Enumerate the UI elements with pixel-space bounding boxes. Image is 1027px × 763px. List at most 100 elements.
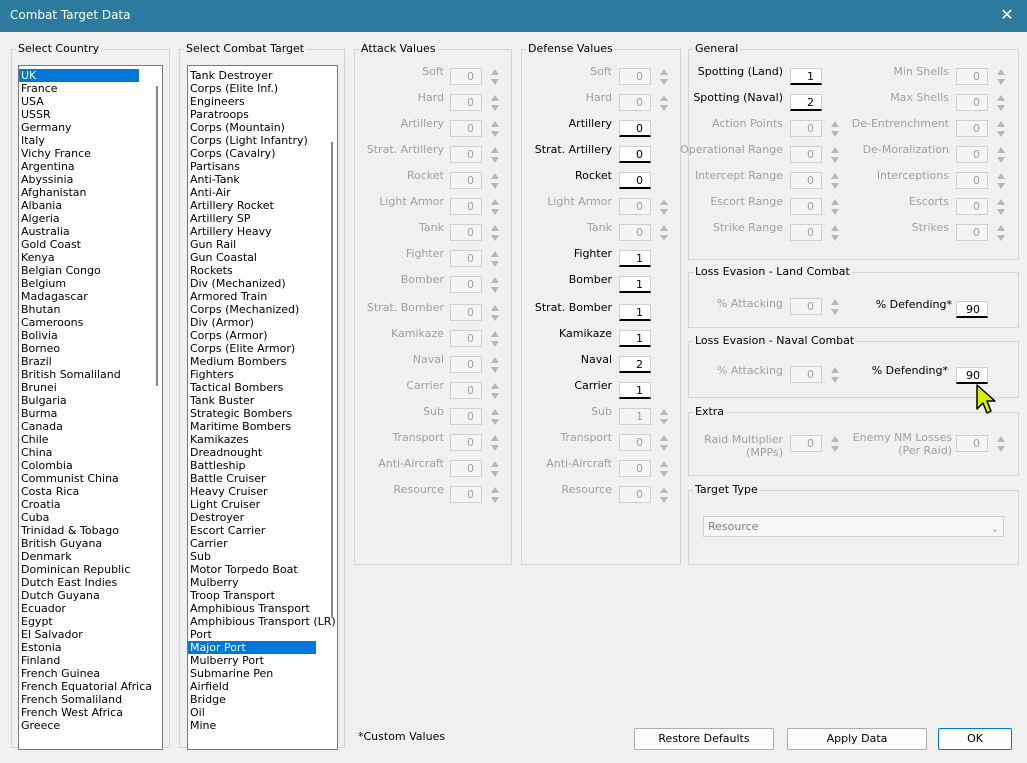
list-item[interactable]: Medium Bombers <box>188 355 337 368</box>
value-field[interactable]: 1 <box>619 382 651 399</box>
list-item[interactable]: USSR <box>19 108 162 121</box>
list-item[interactable]: Battleship <box>188 459 337 472</box>
list-item[interactable]: Artillery Heavy <box>188 225 337 238</box>
list-item[interactable]: French West Africa <box>19 706 162 719</box>
list-item[interactable]: Argentina <box>19 160 162 173</box>
list-item[interactable]: Mulberry Port <box>188 654 337 667</box>
list-item[interactable]: Destroyer <box>188 511 337 524</box>
value-field[interactable]: 1 <box>619 330 651 347</box>
list-item[interactable]: Canada <box>19 420 162 433</box>
list-item[interactable]: Corps (Armor) <box>188 329 337 342</box>
list-item[interactable]: Maritime Bombers <box>188 420 337 433</box>
list-item[interactable]: French Equatorial Africa <box>19 680 162 693</box>
list-item[interactable]: French Somaliland <box>19 693 162 706</box>
list-item[interactable]: Engineers <box>188 95 337 108</box>
list-item[interactable]: Escort Carrier <box>188 524 337 537</box>
list-item[interactable]: Afghanistan <box>19 186 162 199</box>
list-item[interactable]: Battle Cruiser <box>188 472 337 485</box>
list-item[interactable]: Tank Buster <box>188 394 337 407</box>
list-item[interactable]: Kenya <box>19 251 162 264</box>
list-item[interactable]: Egypt <box>19 615 162 628</box>
list-item[interactable]: Strategic Bombers <box>188 407 337 420</box>
list-item[interactable]: Corps (Cavalry) <box>188 147 337 160</box>
list-item[interactable]: Trinidad & Tobago <box>19 524 162 537</box>
value-field[interactable]: 0 <box>619 146 651 163</box>
list-item[interactable]: Kamikazes <box>188 433 337 446</box>
list-item[interactable]: Light Cruiser <box>188 498 337 511</box>
list-item[interactable]: Amphibious Transport <box>188 602 337 615</box>
list-item[interactable]: Gun Rail <box>188 238 337 251</box>
list-item[interactable]: Troop Transport <box>188 589 337 602</box>
list-item[interactable]: Albania <box>19 199 162 212</box>
land-defending-field[interactable]: 90 <box>956 301 988 318</box>
list-item[interactable]: Carrier <box>188 537 337 550</box>
list-item[interactable]: Colombia <box>19 459 162 472</box>
list-item[interactable]: Denmark <box>19 550 162 563</box>
list-item[interactable]: Algeria <box>19 212 162 225</box>
restore-defaults-button[interactable]: Restore Defaults <box>634 728 774 750</box>
list-item[interactable]: Communist China <box>19 472 162 485</box>
list-item[interactable]: Ecuador <box>19 602 162 615</box>
list-item[interactable]: Burma <box>19 407 162 420</box>
list-item[interactable]: Belgium <box>19 277 162 290</box>
list-item[interactable]: Greece <box>19 719 162 732</box>
list-item[interactable]: Tank Destroyer <box>188 69 337 82</box>
list-item[interactable]: Oil <box>188 706 337 719</box>
list-item[interactable]: China <box>19 446 162 459</box>
list-item[interactable]: Corps (Mechanized) <box>188 303 337 316</box>
list-item[interactable]: Cuba <box>19 511 162 524</box>
list-item[interactable]: Anti-Tank <box>188 173 337 186</box>
list-item[interactable]: Airfield <box>188 680 337 693</box>
target-listbox[interactable]: Tank Destroyer Corps (Elite Inf.) Engineer… <box>187 65 338 750</box>
list-item[interactable]: Italy <box>19 134 162 147</box>
list-item[interactable]: Abyssinia <box>19 173 162 186</box>
list-item[interactable]: Artillery SP <box>188 212 337 225</box>
list-item[interactable]: Corps (Elite Inf.) <box>188 82 337 95</box>
list-item[interactable]: Rockets <box>188 264 337 277</box>
list-item[interactable]: Div (Mechanized) <box>188 277 337 290</box>
list-item[interactable]: Madagascar <box>19 290 162 303</box>
list-item[interactable]: Dutch East Indies <box>19 576 162 589</box>
list-item[interactable]: Bhutan <box>19 303 162 316</box>
list-item[interactable]: France <box>19 82 162 95</box>
list-item[interactable]: Artillery Rocket <box>188 199 337 212</box>
country-listbox[interactable]: UK France USA USSR Germany Italy Vichy France A… <box>18 65 163 750</box>
list-item[interactable]: Amphibious Transport (LR) <box>188 615 337 628</box>
value-field[interactable]: 1 <box>790 68 822 85</box>
list-item[interactable]: Dutch Guyana <box>19 589 162 602</box>
list-item[interactable]: Mulberry <box>188 576 337 589</box>
list-item[interactable]: Bolivia <box>19 329 162 342</box>
list-item[interactable]: USA <box>19 95 162 108</box>
list-item[interactable]: Port <box>188 628 337 641</box>
list-item[interactable]: Corps (Mountain) <box>188 121 337 134</box>
list-item[interactable]: Submarine Pen <box>188 667 337 680</box>
list-item[interactable]: Paratroops <box>188 108 337 121</box>
value-field[interactable]: 2 <box>790 94 822 111</box>
list-item[interactable]: Brunei <box>19 381 162 394</box>
list-item[interactable]: Australia <box>19 225 162 238</box>
list-item[interactable]: Costa Rica <box>19 485 162 498</box>
list-item[interactable]: El Salvador <box>19 628 162 641</box>
list-item[interactable]: Bulgaria <box>19 394 162 407</box>
value-field[interactable]: 2 <box>619 356 651 373</box>
list-item[interactable]: Mine <box>188 719 337 732</box>
list-item[interactable]: UK <box>19 69 139 82</box>
list-item[interactable]: Cameroons <box>19 316 162 329</box>
list-item[interactable]: Vichy France <box>19 147 162 160</box>
value-field[interactable]: 0 <box>619 172 651 189</box>
value-field[interactable]: 1 <box>619 304 651 321</box>
list-item[interactable]: Estonia <box>19 641 162 654</box>
close-icon[interactable]: ✕ <box>997 5 1017 25</box>
list-item[interactable]: Major Port <box>188 641 316 654</box>
list-item[interactable]: Brazil <box>19 355 162 368</box>
list-item[interactable]: Dominican Republic <box>19 563 162 576</box>
list-item[interactable]: Gold Coast <box>19 238 162 251</box>
country-scrollbar[interactable] <box>156 86 158 386</box>
list-item[interactable]: Gun Coastal <box>188 251 337 264</box>
list-item[interactable]: Bridge <box>188 693 337 706</box>
list-item[interactable]: Heavy Cruiser <box>188 485 337 498</box>
list-item[interactable]: Tactical Bombers <box>188 381 337 394</box>
list-item[interactable]: Div (Armor) <box>188 316 337 329</box>
list-item[interactable]: Anti-Air <box>188 186 337 199</box>
naval-defending-field[interactable]: 90 <box>956 367 988 384</box>
